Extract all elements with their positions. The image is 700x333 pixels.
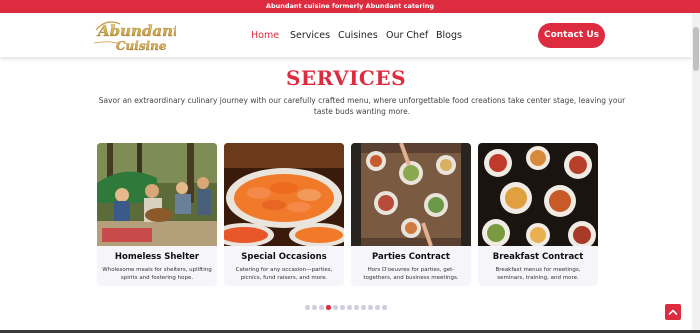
carousel-dot[interactable]: [361, 305, 366, 310]
logo-line1: Abundant: [96, 22, 176, 40]
abundant-cuisine-logo[interactable]: Abundant Cuisine: [90, 16, 176, 54]
services-title: SERVICES: [285, 66, 407, 90]
card-description: Catering for any occasion—parties, picni…: [235, 267, 333, 281]
carousel-pagination: [305, 305, 387, 310]
back-to-top-button[interactable]: [665, 304, 681, 320]
site-header: Abundant Cuisine Home Services Cuisines …: [0, 13, 692, 57]
card-title: Homeless Shelter: [114, 252, 200, 262]
nav-home[interactable]: Home: [251, 30, 279, 41]
card-title: Parties Contract: [372, 252, 450, 262]
nav-cuisines[interactable]: Cuisines: [338, 30, 378, 41]
carousel-dot[interactable]: [340, 305, 345, 310]
parties-contract-image: [351, 143, 471, 246]
nav-services[interactable]: Services: [290, 30, 330, 41]
card-description: Hors D'oeuvres for parties, get-together…: [363, 267, 459, 281]
carousel-dot[interactable]: [333, 305, 338, 310]
page-scrollbar[interactable]: [692, 13, 700, 333]
chevron-up-icon: [668, 309, 678, 315]
scrollbar-thumb[interactable]: [693, 27, 699, 71]
carousel-dot[interactable]: [347, 305, 352, 310]
carousel-dot[interactable]: [354, 305, 359, 310]
logo-line2: Cuisine: [116, 39, 167, 53]
carousel-dot[interactable]: [368, 305, 373, 310]
breakfast-contract-image: [478, 143, 598, 246]
carousel-dot[interactable]: [382, 305, 387, 310]
service-card-parties-contract[interactable]: Parties Contract Hors D'oeuvres for part…: [351, 143, 471, 286]
contact-us-button[interactable]: Contact Us: [538, 23, 605, 48]
carousel-dot[interactable]: [319, 305, 324, 310]
card-description: Breakfast menus for meetings, seminars, …: [495, 267, 581, 281]
nav-blogs[interactable]: Blogs: [436, 30, 462, 41]
card-description: Wholesome meals for shelters, uplifting …: [102, 267, 212, 281]
carousel-dot[interactable]: [326, 305, 331, 310]
announcement-bar: Abundant cuisine formerly Abundant cater…: [0, 0, 700, 13]
carousel-dot[interactable]: [375, 305, 380, 310]
card-title: Special Occasions: [241, 252, 327, 262]
nav-our-chef[interactable]: Our Chef: [386, 30, 428, 41]
homeless-shelter-image: [97, 143, 217, 246]
carousel-dot[interactable]: [305, 305, 310, 310]
announcement-text: Abundant cuisine formerly Abundant cater…: [265, 2, 435, 10]
special-occasions-image: [224, 143, 344, 246]
services-subtitle: Savor an extraordinary culinary journey …: [98, 96, 626, 116]
carousel-dot[interactable]: [312, 305, 317, 310]
service-card-special-occasions[interactable]: Special Occasions Catering for any occas…: [224, 143, 344, 286]
service-card-homeless-shelter[interactable]: Homeless Shelter Wholesome meals for she…: [97, 143, 217, 286]
card-title: Breakfast Contract: [492, 252, 584, 262]
service-card-breakfast-contract[interactable]: Breakfast Contract Breakfast menus for m…: [478, 143, 598, 286]
